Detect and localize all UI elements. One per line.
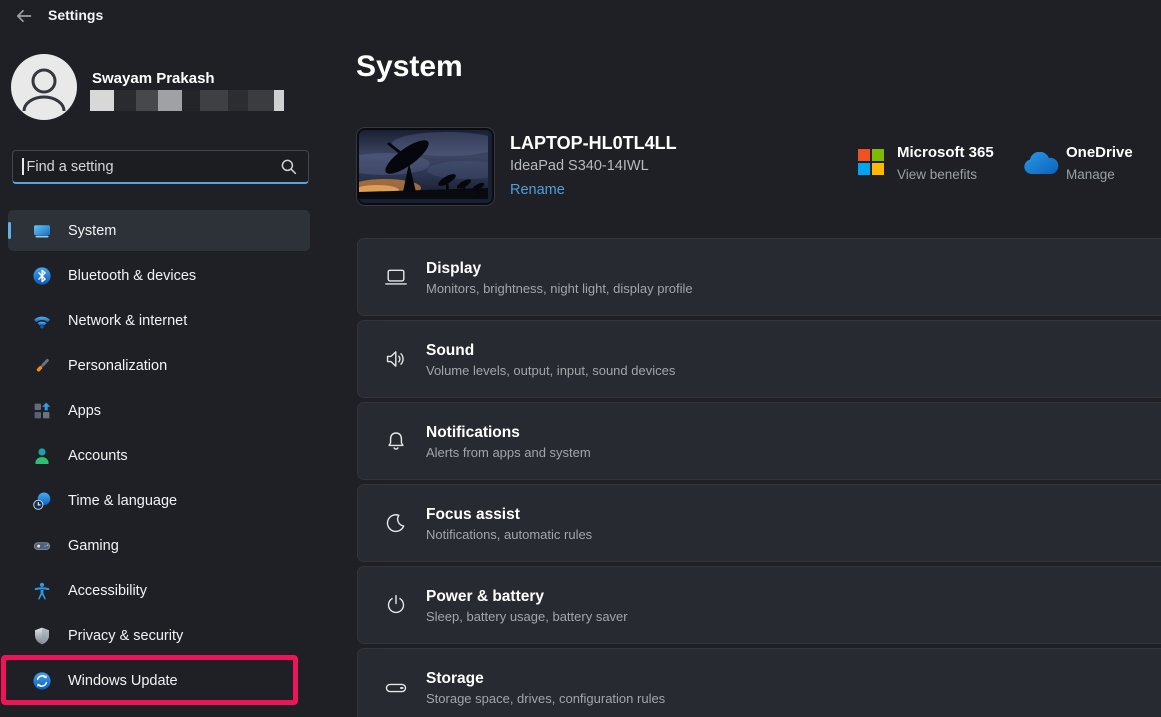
- accounts-person-icon: [32, 446, 52, 466]
- settings-window: Settings Swayam Prakash Find a setting S…: [0, 0, 1161, 717]
- settings-list: Display Monitors, brightness, night ligh…: [357, 238, 1161, 717]
- clock-globe-icon: [32, 491, 52, 511]
- row-title: Notifications: [426, 423, 591, 442]
- sidebar-item-accounts[interactable]: Accounts: [8, 435, 310, 476]
- sidebar-item-label: Windows Update: [68, 673, 178, 689]
- accessibility-person-icon: [32, 581, 52, 601]
- profile-card[interactable]: Swayam Prakash: [11, 54, 311, 122]
- sidebar-item-windows-update[interactable]: Windows Update: [8, 660, 310, 701]
- sidebar-item-apps[interactable]: Apps: [8, 390, 310, 431]
- sidebar-item-bluetooth-devices[interactable]: Bluetooth & devices: [8, 255, 310, 296]
- satellite-dish-image: [359, 130, 488, 199]
- view-benefits-link[interactable]: View benefits: [897, 167, 977, 182]
- moon-icon: [383, 510, 409, 536]
- redacted-email: [90, 90, 284, 111]
- device-thumbnail: [357, 128, 494, 205]
- microsoft-365-title: Microsoft 365: [897, 144, 994, 161]
- power-icon: [383, 592, 409, 618]
- shield-icon: [32, 626, 52, 646]
- row-subtitle: Sleep, battery usage, battery saver: [426, 609, 628, 624]
- row-title: Power & battery: [426, 587, 628, 606]
- row-subtitle: Monitors, brightness, night light, displ…: [426, 281, 693, 296]
- row-title: Storage: [426, 669, 665, 688]
- row-subtitle: Alerts from apps and system: [426, 445, 591, 460]
- person-icon: [11, 54, 77, 120]
- sidebar-nav: System Bluetooth & devices Network & int…: [8, 210, 310, 705]
- onedrive-title: OneDrive: [1066, 144, 1133, 161]
- bell-icon: [383, 428, 409, 454]
- sidebar-item-personalization[interactable]: Personalization: [8, 345, 310, 386]
- gamepad-icon: [32, 536, 52, 556]
- device-model: IdeaPad S340-14IWL: [510, 158, 649, 174]
- sidebar-item-label: Apps: [68, 403, 101, 419]
- sidebar-item-label: Bluetooth & devices: [68, 268, 196, 284]
- sidebar-item-label: Personalization: [68, 358, 167, 374]
- row-notifications[interactable]: Notifications Alerts from apps and syste…: [357, 402, 1161, 480]
- bluetooth-icon: [32, 266, 52, 286]
- row-title: Focus assist: [426, 505, 592, 524]
- device-name: LAPTOP-HL0TL4LL: [510, 133, 677, 154]
- text-caret: [22, 158, 24, 175]
- row-focus-assist[interactable]: Focus assist Notifications, automatic ru…: [357, 484, 1161, 562]
- sidebar-item-label: Privacy & security: [68, 628, 183, 644]
- sidebar-item-label: Accounts: [68, 448, 128, 464]
- microsoft-365-logo-icon: [858, 149, 884, 175]
- sidebar-item-privacy-security[interactable]: Privacy & security: [8, 615, 310, 656]
- row-title: Sound: [426, 341, 675, 360]
- sidebar-item-system[interactable]: System: [8, 210, 310, 251]
- sidebar-item-label: Accessibility: [68, 583, 147, 599]
- system-icon: [32, 221, 52, 241]
- apps-icon: [32, 401, 52, 421]
- row-sound[interactable]: Sound Volume levels, output, input, soun…: [357, 320, 1161, 398]
- window-title: Settings: [48, 7, 103, 23]
- windows-update-icon: [32, 671, 52, 691]
- wifi-icon: [32, 311, 52, 331]
- avatar: [11, 54, 77, 120]
- row-subtitle: Volume levels, output, input, sound devi…: [426, 363, 675, 378]
- selected-indicator-pill: [8, 222, 11, 239]
- search-placeholder: Find a setting: [27, 159, 114, 175]
- paintbrush-icon: [32, 356, 52, 376]
- profile-name: Swayam Prakash: [92, 70, 215, 87]
- sidebar-item-label: System: [68, 223, 116, 239]
- back-arrow-icon: [14, 6, 34, 26]
- display-icon: [383, 264, 409, 290]
- sidebar-item-network-internet[interactable]: Network & internet: [8, 300, 310, 341]
- search-icon[interactable]: [280, 158, 298, 176]
- row-subtitle: Notifications, automatic rules: [426, 527, 592, 542]
- onedrive-cloud-icon: [1022, 152, 1060, 177]
- sidebar-item-label: Gaming: [68, 538, 119, 554]
- page-title: System: [356, 50, 463, 84]
- sidebar-item-time-language[interactable]: Time & language: [8, 480, 310, 521]
- row-subtitle: Storage space, drives, configuration rul…: [426, 691, 665, 706]
- row-power-battery[interactable]: Power & battery Sleep, battery usage, ba…: [357, 566, 1161, 644]
- sidebar-item-accessibility[interactable]: Accessibility: [8, 570, 310, 611]
- sidebar-item-label: Time & language: [68, 493, 177, 509]
- row-display[interactable]: Display Monitors, brightness, night ligh…: [357, 238, 1161, 316]
- rename-link[interactable]: Rename: [510, 182, 565, 198]
- sidebar-item-label: Network & internet: [68, 313, 187, 329]
- row-title: Display: [426, 259, 693, 278]
- search-input[interactable]: Find a setting: [12, 150, 309, 184]
- speaker-icon: [383, 346, 409, 372]
- row-storage[interactable]: Storage Storage space, drives, configura…: [357, 648, 1161, 717]
- back-button[interactable]: [12, 5, 36, 27]
- storage-drive-icon: [383, 674, 409, 700]
- sidebar-item-gaming[interactable]: Gaming: [8, 525, 310, 566]
- manage-link[interactable]: Manage: [1066, 167, 1115, 182]
